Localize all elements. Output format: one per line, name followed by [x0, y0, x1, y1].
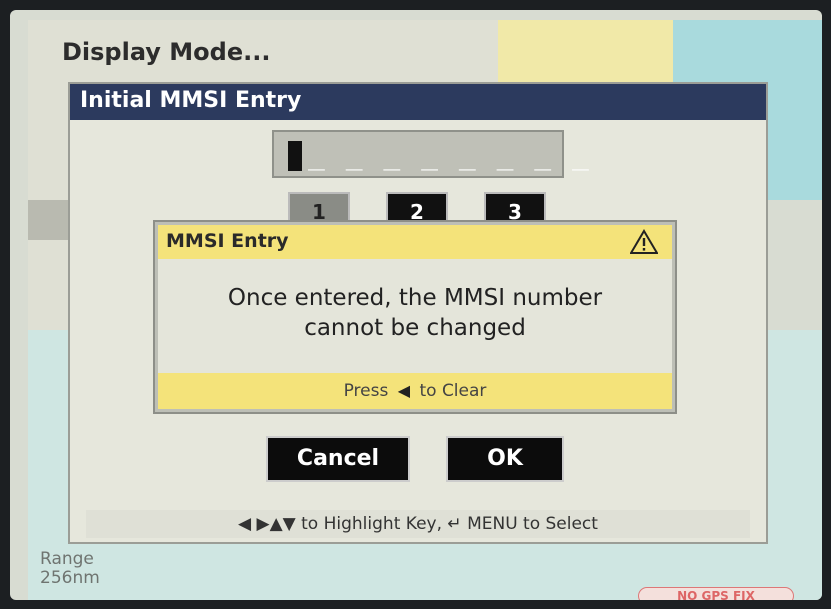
mmsi-input-value: _ _ _ _ _ _ _ _ [308, 138, 591, 171]
gps-status-badge: NO GPS FIX [638, 587, 794, 600]
input-cursor [288, 141, 302, 171]
enter-key-icon: ↵ [447, 514, 462, 534]
help-text-select: MENU to Select [467, 514, 598, 534]
alert-title: MMSI Entry [166, 230, 289, 252]
help-bar: ◀ ▶▲▼ to Highlight Key, ↵ MENU to Select [86, 510, 750, 538]
alert-title-bar: MMSI Entry [158, 225, 672, 259]
footer-to-clear: to Clear [419, 381, 487, 401]
range-readout: Range 256nm [40, 550, 100, 588]
alert-message: Once entered, the MMSI number cannot be … [158, 283, 672, 343]
mmsi-input-field[interactable]: _ _ _ _ _ _ _ _ [272, 130, 589, 178]
background-panel-yellow [498, 20, 673, 90]
back-arrow-icon: ◀ [397, 381, 411, 400]
alert-footer: Press ◀ to Clear [158, 373, 672, 409]
help-text-highlight: to Highlight Key, [301, 514, 442, 534]
range-value: 256nm [40, 568, 100, 588]
cancel-button[interactable]: Cancel [266, 436, 410, 482]
alert-message-line-1: Once entered, the MMSI number [227, 285, 603, 311]
arrow-keys-icon: ◀ ▶▲▼ [238, 514, 296, 534]
range-label: Range [40, 549, 94, 569]
alert-message-line-2: cannot be changed [304, 315, 526, 341]
warning-icon [630, 229, 658, 254]
dialog-title: Initial MMSI Entry [70, 84, 766, 120]
ok-button[interactable]: OK [446, 436, 564, 482]
footer-press: Press [343, 381, 389, 401]
menu-item-display-mode[interactable]: Display Mode... [62, 38, 270, 66]
mmsi-alert-dialog: MMSI Entry Once entered, the MMSI number… [155, 222, 675, 412]
